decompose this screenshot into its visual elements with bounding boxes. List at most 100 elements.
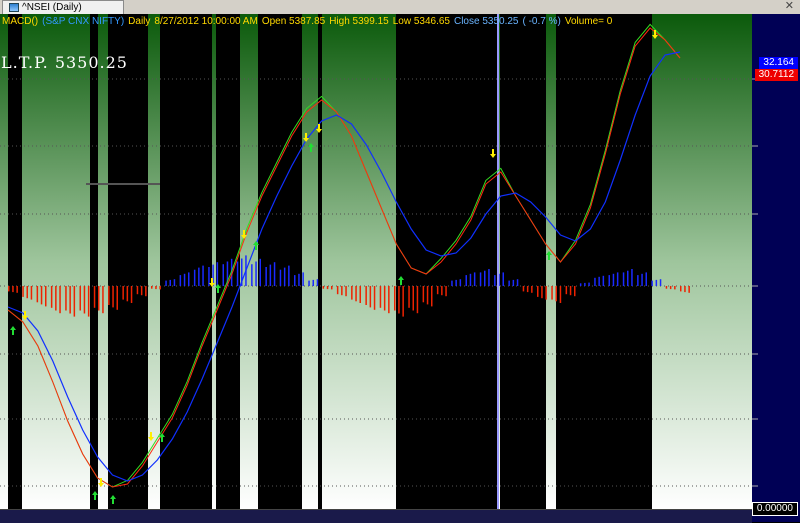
histogram-bar <box>688 286 690 293</box>
histogram-bar <box>559 286 562 303</box>
histogram-bar <box>674 286 676 290</box>
histogram-bar <box>169 279 171 286</box>
histogram-bar <box>431 286 433 307</box>
caption-close: Close 5350.25 <box>453 16 519 27</box>
histogram-bar <box>436 286 439 295</box>
histogram-bar <box>259 258 261 286</box>
histogram-bar <box>345 286 347 297</box>
histogram-bar <box>45 286 47 307</box>
histogram-bar <box>512 279 515 286</box>
caption-open: Open 5387.85 <box>261 16 326 27</box>
histogram-bar <box>40 286 43 305</box>
histogram-bar <box>579 283 582 286</box>
histogram-bar <box>388 286 390 314</box>
histogram-bar <box>193 269 196 286</box>
arrow-shaft <box>310 147 312 152</box>
arrow-shaft <box>211 278 213 283</box>
histogram-bar <box>502 272 504 286</box>
arrow-shaft <box>305 133 307 138</box>
histogram-bar <box>308 280 310 286</box>
histogram-bar <box>594 277 596 286</box>
histogram-bar <box>369 286 372 308</box>
close-icon[interactable]: ✕ <box>785 0 794 13</box>
histogram-bar <box>98 286 100 311</box>
histogram-bar <box>251 264 253 286</box>
histogram-bar <box>326 286 329 290</box>
histogram-bar <box>279 269 282 286</box>
histogram-bar <box>269 264 272 286</box>
histogram-bar <box>508 280 510 286</box>
histogram-bar <box>641 273 643 286</box>
histogram-bar <box>73 286 76 317</box>
histogram-bar <box>59 286 61 314</box>
histogram-bar <box>36 286 39 303</box>
histogram-bar <box>283 267 286 286</box>
histogram-bar <box>394 286 396 311</box>
arrow-shaft <box>548 255 550 260</box>
caption-volume: Volume= 0 <box>564 16 613 27</box>
histogram-bar <box>494 275 496 286</box>
histogram-bar <box>602 275 605 286</box>
histogram-bar <box>516 279 519 286</box>
histogram-bar <box>69 286 71 314</box>
histogram-bar <box>555 286 557 302</box>
histogram-bar <box>569 286 572 296</box>
black-band <box>90 14 98 509</box>
histogram-bar <box>22 286 24 297</box>
histogram-bar <box>522 286 525 292</box>
histogram-bar <box>331 286 333 290</box>
histogram-bar <box>112 286 114 308</box>
arrow-shaft <box>94 495 96 500</box>
histogram-bar <box>398 286 400 314</box>
caption-change: ( -0.7 %) <box>522 16 561 27</box>
histogram-bar <box>202 265 204 286</box>
histogram-bar <box>288 265 290 286</box>
arrow-shaft <box>150 432 152 437</box>
histogram-bar <box>265 267 267 286</box>
histogram-bar <box>102 286 104 314</box>
histogram-bar <box>351 286 353 300</box>
histogram-bar <box>669 286 672 290</box>
histogram-bar <box>455 279 457 286</box>
histogram-bar <box>537 286 539 297</box>
chart-area[interactable] <box>0 14 800 522</box>
histogram-bar <box>145 286 147 297</box>
histogram-bar <box>298 273 300 286</box>
histogram-bar <box>584 282 586 286</box>
histogram-bar <box>93 286 96 308</box>
histogram-bar <box>473 272 476 286</box>
time-scrollbar[interactable] <box>0 509 752 523</box>
histogram-bar <box>8 286 10 292</box>
arrow-shaft <box>217 288 219 293</box>
histogram-bar <box>465 275 467 286</box>
signal-value-label: 30.7112 <box>754 69 798 81</box>
arrow-shaft <box>654 30 656 35</box>
histogram-bar <box>16 286 18 293</box>
histogram-bar <box>173 279 176 286</box>
tab-title: ^NSEI (Daily) <box>22 2 82 13</box>
histogram-bar <box>87 286 90 317</box>
tab-chart[interactable]: ^NSEI (Daily) <box>2 0 124 14</box>
histogram-bar <box>665 286 668 289</box>
histogram-bar <box>322 286 325 289</box>
arrow-shaft <box>492 149 494 154</box>
black-band <box>556 14 652 509</box>
arrow-shaft <box>318 124 320 129</box>
histogram-bar <box>55 286 57 311</box>
histogram-bar <box>136 286 139 295</box>
histogram-bar <box>312 279 314 286</box>
arrow-shaft <box>161 437 163 442</box>
price-axis <box>752 14 800 522</box>
histogram-bar <box>355 286 357 302</box>
histogram-bar <box>651 280 653 286</box>
histogram-bar <box>165 280 167 286</box>
histogram-bar <box>151 286 153 289</box>
histogram-bar <box>655 279 658 286</box>
histogram-bar <box>451 280 453 286</box>
macd-value-label: 32.164 <box>759 57 798 69</box>
histogram-bar <box>116 286 118 310</box>
arrow-shaft <box>112 499 114 504</box>
histogram-bar <box>526 286 529 293</box>
caption-datetime: 8/27/2012 10:00:00 AM <box>154 16 258 27</box>
arrow-shaft <box>243 230 245 235</box>
